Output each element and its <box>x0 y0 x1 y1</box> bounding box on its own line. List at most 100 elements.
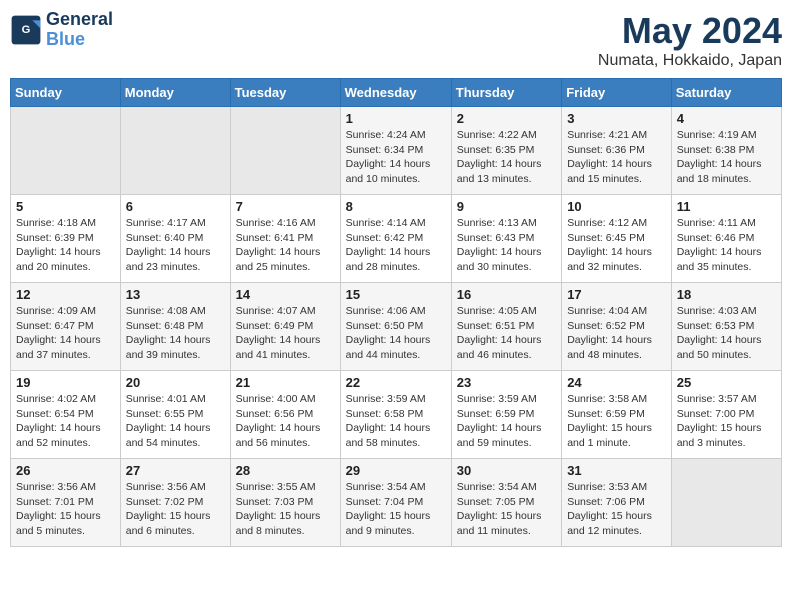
day-number: 5 <box>16 199 115 214</box>
day-cell-27: 27Sunrise: 3:56 AM Sunset: 7:02 PM Dayli… <box>120 459 230 547</box>
day-info: Sunrise: 4:01 AM Sunset: 6:55 PM Dayligh… <box>126 392 225 451</box>
day-cell-20: 20Sunrise: 4:01 AM Sunset: 6:55 PM Dayli… <box>120 371 230 459</box>
day-info: Sunrise: 4:00 AM Sunset: 6:56 PM Dayligh… <box>236 392 335 451</box>
day-cell-17: 17 Sunrise: 4:04 AM Sunset: 6:52 PM Dayli… <box>562 283 672 371</box>
day-info: Sunrise: 4:14 AM Sunset: 6:42 PM Dayligh… <box>346 216 446 275</box>
day-info: Sunrise: 4:22 AM Sunset: 6:35 PM Dayligh… <box>457 128 556 187</box>
empty-cell <box>671 459 781 547</box>
day-cell-12: 12Sunrise: 4:09 AM Sunset: 6:47 PM Dayli… <box>11 283 121 371</box>
calendar-table: SundayMondayTuesdayWednesdayThursdayFrid… <box>10 78 782 547</box>
week-row-3: 12Sunrise: 4:09 AM Sunset: 6:47 PM Dayli… <box>11 283 782 371</box>
logo: G General Blue <box>10 10 113 50</box>
svg-text:G: G <box>22 24 31 36</box>
day-info: Sunrise: 3:54 AM Sunset: 7:05 PM Dayligh… <box>457 480 556 539</box>
day-info: Sunrise: 4:03 AM Sunset: 6:53 PM Dayligh… <box>677 304 776 363</box>
day-number: 6 <box>126 199 225 214</box>
day-number: 23 <box>457 375 556 390</box>
week-row-2: 5 Sunrise: 4:18 AM Sunset: 6:39 PM Daylig… <box>11 195 782 283</box>
day-number: 15 <box>346 287 446 302</box>
day-number: 3 <box>567 111 666 126</box>
day-cell-19: 19 Sunrise: 4:02 AM Sunset: 6:54 PM Dayli… <box>11 371 121 459</box>
logo-icon: G <box>10 14 42 46</box>
day-info: Sunrise: 3:54 AM Sunset: 7:04 PM Dayligh… <box>346 480 446 539</box>
day-cell-25: 25Sunrise: 3:57 AM Sunset: 7:00 PM Dayli… <box>671 371 781 459</box>
day-number: 11 <box>677 199 776 214</box>
day-number: 4 <box>677 111 776 126</box>
day-number: 18 <box>677 287 776 302</box>
day-number: 9 <box>457 199 556 214</box>
day-info: Sunrise: 4:04 AM Sunset: 6:52 PM Dayligh… <box>567 304 666 363</box>
logo-line2: Blue <box>46 29 85 49</box>
day-number: 24 <box>567 375 666 390</box>
header-cell-saturday: Saturday <box>671 79 781 107</box>
day-number: 17 <box>567 287 666 302</box>
day-number: 14 <box>236 287 335 302</box>
day-info: Sunrise: 4:19 AM Sunset: 6:38 PM Dayligh… <box>677 128 776 187</box>
day-cell-5: 5 Sunrise: 4:18 AM Sunset: 6:39 PM Daylig… <box>11 195 121 283</box>
day-info: Sunrise: 4:13 AM Sunset: 6:43 PM Dayligh… <box>457 216 556 275</box>
day-cell-1: 1Sunrise: 4:24 AM Sunset: 6:34 PM Daylig… <box>340 107 451 195</box>
day-cell-9: 9 Sunrise: 4:13 AM Sunset: 6:43 PM Daylig… <box>451 195 561 283</box>
location-title: Numata, Hokkaido, Japan <box>598 52 782 70</box>
day-info: Sunrise: 4:02 AM Sunset: 6:54 PM Dayligh… <box>16 392 115 451</box>
day-info: Sunrise: 4:16 AM Sunset: 6:41 PM Dayligh… <box>236 216 335 275</box>
empty-cell <box>230 107 340 195</box>
week-row-5: 26Sunrise: 3:56 AM Sunset: 7:01 PM Dayli… <box>11 459 782 547</box>
day-cell-13: 13 Sunrise: 4:08 AM Sunset: 6:48 PM Dayli… <box>120 283 230 371</box>
day-cell-30: 30 Sunrise: 3:54 AM Sunset: 7:05 PM Dayli… <box>451 459 561 547</box>
header: G General Blue May 2024 Numata, Hokkaido… <box>10 10 782 70</box>
day-number: 27 <box>126 463 225 478</box>
header-cell-wednesday: Wednesday <box>340 79 451 107</box>
day-info: Sunrise: 4:21 AM Sunset: 6:36 PM Dayligh… <box>567 128 666 187</box>
day-number: 16 <box>457 287 556 302</box>
day-cell-28: 28 Sunrise: 3:55 AM Sunset: 7:03 PM Dayli… <box>230 459 340 547</box>
day-cell-14: 14Sunrise: 4:07 AM Sunset: 6:49 PM Dayli… <box>230 283 340 371</box>
day-number: 30 <box>457 463 556 478</box>
day-number: 29 <box>346 463 446 478</box>
day-cell-15: 15 Sunrise: 4:06 AM Sunset: 6:50 PM Dayli… <box>340 283 451 371</box>
day-cell-7: 7 Sunrise: 4:16 AM Sunset: 6:41 PM Daylig… <box>230 195 340 283</box>
header-cell-thursday: Thursday <box>451 79 561 107</box>
day-cell-6: 6Sunrise: 4:17 AM Sunset: 6:40 PM Daylig… <box>120 195 230 283</box>
day-number: 22 <box>346 375 446 390</box>
day-number: 28 <box>236 463 335 478</box>
day-info: Sunrise: 3:59 AM Sunset: 6:59 PM Dayligh… <box>457 392 556 451</box>
day-number: 31 <box>567 463 666 478</box>
day-number: 2 <box>457 111 556 126</box>
day-info: Sunrise: 3:57 AM Sunset: 7:00 PM Dayligh… <box>677 392 776 451</box>
day-number: 7 <box>236 199 335 214</box>
day-info: Sunrise: 3:55 AM Sunset: 7:03 PM Dayligh… <box>236 480 335 539</box>
day-cell-31: 31Sunrise: 3:53 AM Sunset: 7:06 PM Dayli… <box>562 459 672 547</box>
day-cell-10: 10 Sunrise: 4:12 AM Sunset: 6:45 PM Dayli… <box>562 195 672 283</box>
header-cell-tuesday: Tuesday <box>230 79 340 107</box>
header-cell-monday: Monday <box>120 79 230 107</box>
empty-cell <box>120 107 230 195</box>
day-info: Sunrise: 4:18 AM Sunset: 6:39 PM Dayligh… <box>16 216 115 275</box>
day-info: Sunrise: 4:11 AM Sunset: 6:46 PM Dayligh… <box>677 216 776 275</box>
day-info: Sunrise: 3:59 AM Sunset: 6:58 PM Dayligh… <box>346 392 446 451</box>
day-info: Sunrise: 4:09 AM Sunset: 6:47 PM Dayligh… <box>16 304 115 363</box>
day-info: Sunrise: 4:06 AM Sunset: 6:50 PM Dayligh… <box>346 304 446 363</box>
header-cell-sunday: Sunday <box>11 79 121 107</box>
day-info: Sunrise: 4:12 AM Sunset: 6:45 PM Dayligh… <box>567 216 666 275</box>
day-info: Sunrise: 4:05 AM Sunset: 6:51 PM Dayligh… <box>457 304 556 363</box>
day-number: 19 <box>16 375 115 390</box>
day-cell-22: 22 Sunrise: 3:59 AM Sunset: 6:58 PM Dayli… <box>340 371 451 459</box>
empty-cell <box>11 107 121 195</box>
day-info: Sunrise: 3:56 AM Sunset: 7:01 PM Dayligh… <box>16 480 115 539</box>
logo-line1: General <box>46 10 113 30</box>
day-info: Sunrise: 3:58 AM Sunset: 6:59 PM Dayligh… <box>567 392 666 451</box>
month-title: May 2024 <box>598 10 782 52</box>
day-number: 13 <box>126 287 225 302</box>
week-row-4: 19 Sunrise: 4:02 AM Sunset: 6:54 PM Dayli… <box>11 371 782 459</box>
week-row-1: 1Sunrise: 4:24 AM Sunset: 6:34 PM Daylig… <box>11 107 782 195</box>
day-cell-4: 4 Sunrise: 4:19 AM Sunset: 6:38 PM Daylig… <box>671 107 781 195</box>
day-number: 10 <box>567 199 666 214</box>
day-info: Sunrise: 4:08 AM Sunset: 6:48 PM Dayligh… <box>126 304 225 363</box>
day-cell-3: 3 Sunrise: 4:21 AM Sunset: 6:36 PM Daylig… <box>562 107 672 195</box>
header-row: SundayMondayTuesdayWednesdayThursdayFrid… <box>11 79 782 107</box>
title-block: May 2024 Numata, Hokkaido, Japan <box>598 10 782 70</box>
day-number: 1 <box>346 111 446 126</box>
day-cell-8: 8 Sunrise: 4:14 AM Sunset: 6:42 PM Daylig… <box>340 195 451 283</box>
day-number: 8 <box>346 199 446 214</box>
